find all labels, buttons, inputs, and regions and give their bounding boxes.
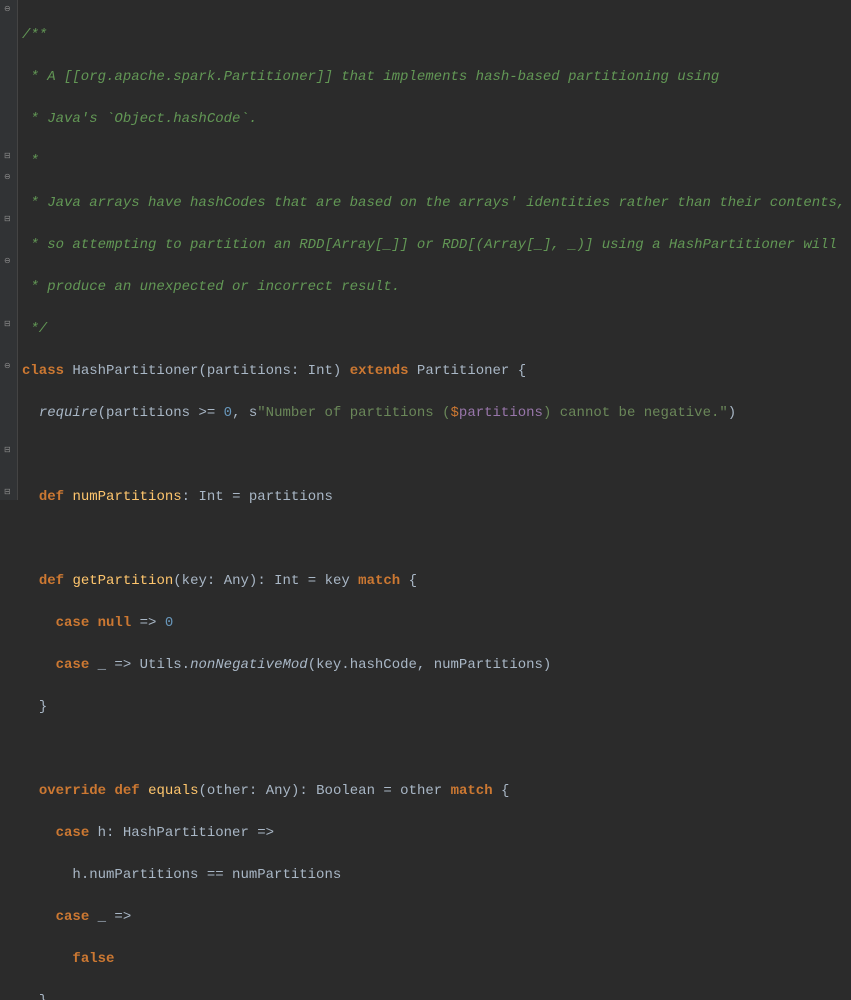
keyword-case: case xyxy=(56,657,90,673)
fold-mark-icon[interactable]: ⊟ xyxy=(4,216,11,224)
fold-mark-icon[interactable]: ⊟ xyxy=(4,321,11,329)
keyword-case: case xyxy=(56,825,90,841)
keyword-case: case xyxy=(56,909,90,925)
editor-gutter: ⊖ ⊟ ⊖ ⊟ ⊖ ⊟ ⊖ ⊟ ⊟ xyxy=(0,0,18,500)
fold-mark-icon[interactable]: ⊟ xyxy=(4,489,11,497)
keyword-extends: extends xyxy=(350,363,409,379)
false-literal: false xyxy=(72,951,114,967)
string-literal: "Number of partitions ( xyxy=(257,405,450,421)
keyword-class: class xyxy=(22,363,64,379)
fn-require: require xyxy=(39,405,98,421)
param: partitions xyxy=(207,363,291,379)
doc-comment: * Java arrays have hashCodes that are ba… xyxy=(22,195,845,211)
keyword-override: override xyxy=(39,783,106,799)
keyword-def: def xyxy=(39,489,64,505)
fold-mark-icon[interactable]: ⊟ xyxy=(4,447,11,455)
doc-comment: * xyxy=(22,153,39,169)
keyword-case: case xyxy=(56,615,90,631)
fold-mark-icon[interactable]: ⊖ xyxy=(4,363,11,371)
code-editor[interactable]: /** * A [[org.apache.spark.Partitioner]]… xyxy=(18,0,845,500)
doc-comment: * so attempting to partition an RDD[Arra… xyxy=(22,237,837,253)
def-getPartition: getPartition xyxy=(72,573,173,589)
fold-mark-icon[interactable]: ⊖ xyxy=(4,258,11,266)
fold-mark-icon[interactable]: ⊖ xyxy=(4,6,11,14)
parent-class: Partitioner xyxy=(417,363,509,379)
doc-comment: */ xyxy=(22,321,47,337)
class-name: HashPartitioner( xyxy=(64,363,207,379)
doc-comment: * A [[org.apache.spark.Partitioner]] tha… xyxy=(22,69,719,85)
type: Int xyxy=(308,363,333,379)
def-equals: equals xyxy=(148,783,198,799)
doc-comment: /** xyxy=(22,27,47,43)
def-numPartitions: numPartitions xyxy=(72,489,181,505)
string-interp: partitions xyxy=(459,405,543,421)
method-call: nonNegativeMod xyxy=(190,657,308,673)
doc-comment: * produce an unexpected or incorrect res… xyxy=(22,279,400,295)
keyword-def: def xyxy=(39,573,64,589)
fold-mark-icon[interactable]: ⊟ xyxy=(4,153,11,161)
doc-comment: * Java's `Object.hashCode`. xyxy=(22,111,257,127)
fold-mark-icon[interactable]: ⊖ xyxy=(4,174,11,182)
case-body: h.numPartitions == numPartitions xyxy=(72,867,341,883)
